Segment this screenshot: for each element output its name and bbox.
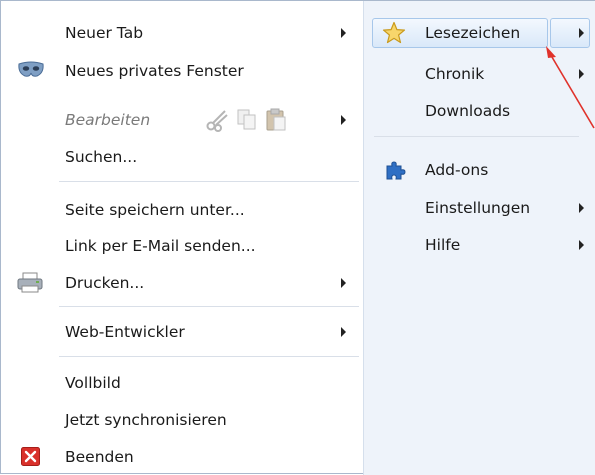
menu-item-label: Hilfe: [425, 236, 461, 254]
menu-item-label: Jetzt synchronisieren: [65, 411, 227, 429]
menu-item-save-page-as[interactable]: Seite speichern unter...: [1, 195, 363, 225]
menu-item-new-private-window[interactable]: Neues privates Fenster: [1, 56, 363, 86]
menu-separator: [59, 181, 359, 182]
menu-item-options[interactable]: Einstellungen: [364, 193, 595, 223]
menu-separator: [374, 136, 579, 137]
menu-item-label: Vollbild: [65, 374, 121, 392]
menu-item-find[interactable]: Suchen...: [1, 142, 363, 172]
menu-item-add-ons[interactable]: Add-ons: [364, 155, 595, 185]
submenu-arrow-icon: [579, 203, 584, 213]
submenu-arrow-icon: [341, 327, 346, 337]
menu-item-sync-now[interactable]: Jetzt synchronisieren: [1, 405, 363, 435]
submenu-arrow-icon: [341, 28, 346, 38]
printer-icon: [17, 272, 43, 293]
menu-item-label: Web-Entwickler: [65, 323, 185, 341]
app-menu-left-column: Neuer Tab Neues privates Fenster Bearbei…: [1, 1, 363, 475]
puzzle-icon: [386, 161, 406, 180]
menu-separator: [59, 356, 359, 357]
submenu-arrow-icon: [341, 115, 346, 125]
submenu-arrow-icon: [579, 69, 584, 79]
menu-item-label: Bearbeiten: [65, 111, 151, 129]
menu-item-downloads[interactable]: Downloads: [364, 96, 595, 126]
menu-item-label: Drucken...: [65, 274, 145, 292]
menu-item-quit[interactable]: Beenden: [1, 442, 363, 472]
menu-item-bookmarks[interactable]: Lesezeichen: [364, 18, 595, 48]
menu-item-label: Beenden: [65, 448, 134, 466]
scissors-icon: [206, 110, 228, 132]
menu-separator: [59, 306, 359, 307]
menu-item-label: Downloads: [425, 102, 511, 120]
firefox-app-menu: Neuer Tab Neues privates Fenster Bearbei…: [0, 0, 595, 475]
menu-item-edit[interactable]: Bearbeiten: [1, 105, 363, 135]
menu-item-label: Link per E-Mail senden...: [65, 237, 256, 255]
app-menu-right-column: Lesezeichen Chronik Downloads Add-ons Ei…: [363, 1, 595, 475]
star-icon: [382, 21, 406, 44]
menu-item-label: Add-ons: [425, 161, 489, 179]
copy-icon: [237, 109, 256, 130]
submenu-arrow-icon: [341, 278, 346, 288]
menu-item-label: Lesezeichen: [425, 24, 521, 42]
close-icon: [21, 447, 40, 466]
submenu-arrow-icon: [579, 240, 584, 250]
menu-item-label: Seite speichern unter...: [65, 201, 245, 219]
mask-icon: [18, 61, 44, 77]
paste-icon: [266, 108, 286, 131]
menu-item-new-tab[interactable]: Neuer Tab: [1, 18, 363, 48]
menu-item-web-developer[interactable]: Web-Entwickler: [1, 317, 363, 347]
menu-item-history[interactable]: Chronik: [364, 59, 595, 89]
menu-item-help[interactable]: Hilfe: [364, 230, 595, 260]
menu-item-label: Neuer Tab: [65, 24, 144, 42]
menu-item-print[interactable]: Drucken...: [1, 268, 363, 298]
menu-item-label: Suchen...: [65, 148, 138, 166]
menu-item-full-screen[interactable]: Vollbild: [1, 368, 363, 398]
bookmarks-submenu-button[interactable]: [550, 18, 590, 48]
menu-item-email-link[interactable]: Link per E-Mail senden...: [1, 231, 363, 261]
menu-item-label: Einstellungen: [425, 199, 531, 217]
menu-item-label: Chronik: [425, 65, 485, 83]
menu-item-label: Neues privates Fenster: [65, 62, 244, 80]
submenu-arrow-icon: [579, 28, 584, 38]
